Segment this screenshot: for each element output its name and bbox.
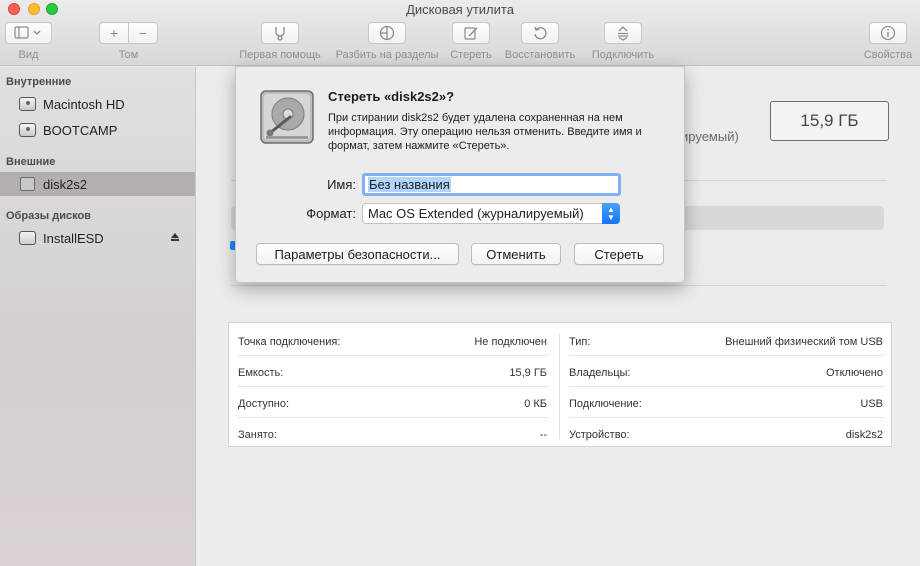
view-button[interactable]	[5, 22, 52, 44]
erase-confirm-button[interactable]: Стереть	[574, 243, 664, 265]
info-key: Занято:	[238, 429, 277, 441]
info-value: 15,9 ГБ	[509, 367, 547, 379]
first-aid-label: Первая помощь	[239, 49, 321, 61]
table-row: Емкость: 15,9 ГБ Владельцы: Отключено	[229, 356, 891, 387]
partition-label: Разбить на разделы	[335, 49, 439, 61]
sidebar-item-label: Macintosh HD	[43, 96, 125, 112]
info-value: USB	[860, 398, 883, 410]
volume-info-table: Точка подключения: Не подключен Тип: Вне…	[228, 322, 892, 447]
erase-button[interactable]	[452, 22, 490, 44]
view-label: Вид	[18, 49, 39, 61]
info-key: Устройство:	[569, 429, 630, 441]
erase-label: Стереть	[450, 49, 492, 61]
info-key: Точка подключения:	[238, 336, 341, 348]
restore-button[interactable]	[521, 22, 559, 44]
external-volume-icon	[18, 176, 38, 192]
info-icon	[880, 25, 896, 41]
erase-dialog: Стереть «disk2s2»? При стирании disk2s2 …	[235, 66, 685, 283]
format-select[interactable]: Mac OS Extended (журналируемый) ▲ ▼	[362, 203, 620, 224]
sidebar-item-disk2s2[interactable]: disk2s2	[0, 172, 195, 196]
table-row: Точка подключения: Не подключен Тип: Вне…	[229, 325, 891, 356]
stethoscope-icon	[275, 27, 285, 41]
info-button[interactable]	[869, 22, 907, 44]
info-value: disk2s2	[845, 429, 883, 441]
mount-button[interactable]	[604, 22, 642, 44]
first-aid-button[interactable]	[261, 22, 299, 44]
table-row: Занято: -- Устройство: disk2s2	[229, 418, 891, 449]
security-options-button[interactable]: Параметры безопасности...	[256, 243, 459, 265]
mount-label: Подключить	[591, 49, 655, 61]
sidebar-section-disk-images: Образы дисков	[6, 210, 91, 222]
info-value: Отключено	[826, 367, 883, 379]
info-key: Емкость:	[238, 367, 284, 379]
name-field[interactable]: Без названия	[362, 173, 621, 196]
window-toolbar: Дисковая утилита Вид + − Том Первая помо…	[0, 0, 920, 66]
eject-icon[interactable]	[171, 233, 179, 241]
info-key: Подключение:	[569, 398, 642, 410]
format-label: Формат:	[306, 206, 356, 221]
info-key: Тип:	[569, 336, 591, 348]
sidebar-item-bootcamp[interactable]: BOOTCAMP	[0, 118, 195, 142]
info-value: Внешний физический том USB	[725, 336, 883, 348]
volume-label: Том	[118, 49, 139, 61]
sidebar: Внутренние Macintosh HD BOOTCAMP Внешние…	[0, 67, 196, 566]
partition-button[interactable]	[368, 22, 406, 44]
hard-disk-icon	[18, 122, 38, 138]
volume-size-badge: 15,9 ГБ	[770, 101, 889, 141]
erase-icon	[464, 27, 478, 40]
info-key: Владельцы:	[569, 367, 631, 379]
cancel-button[interactable]: Отменить	[471, 243, 561, 265]
volume-format-text: ируемый)	[681, 129, 739, 144]
dialog-message: При стирании disk2s2 будет удалена сохра…	[328, 112, 642, 152]
window-title: Дисковая утилита	[406, 2, 514, 17]
info-key: Доступно:	[238, 398, 290, 410]
add-volume-button[interactable]: +	[99, 22, 129, 44]
dialog-title: Стереть «disk2s2»?	[328, 89, 455, 104]
info-value: 0 КБ	[524, 398, 547, 410]
sidebar-item-macintosh-hd[interactable]: Macintosh HD	[0, 92, 195, 116]
info-value: --	[539, 429, 547, 441]
hard-disk-icon	[18, 96, 38, 112]
chevron-up-down-icon: ▲ ▼	[602, 203, 620, 224]
sidebar-item-label: InstallESD	[43, 230, 104, 246]
remove-volume-button[interactable]: −	[128, 22, 158, 44]
partition-icon	[379, 25, 395, 41]
restore-icon	[534, 26, 547, 40]
info-value: Не подключен	[474, 336, 547, 348]
hard-drive-icon	[260, 90, 314, 144]
disk-image-icon	[18, 230, 38, 246]
sidebar-item-label: disk2s2	[43, 176, 88, 192]
info-label: Свойства	[863, 49, 913, 61]
divider	[231, 285, 887, 286]
sidebar-section-internal: Внутренние	[6, 76, 72, 88]
sidebar-item-label: BOOTCAMP	[43, 122, 118, 138]
format-select-value: Mac OS Extended (журналируемый)	[368, 206, 584, 221]
name-label: Имя:	[327, 177, 356, 192]
sidebar-section-external: Внешние	[6, 156, 56, 168]
sidebar-item-installesd[interactable]: InstallESD	[0, 226, 195, 250]
sidebar-toggle-icon	[13, 26, 40, 39]
name-field-value: Без названия	[368, 177, 451, 192]
restore-label: Восстановить	[504, 49, 576, 61]
mount-icon	[618, 26, 628, 41]
table-row: Доступно: 0 КБ Подключение: USB	[229, 387, 891, 418]
